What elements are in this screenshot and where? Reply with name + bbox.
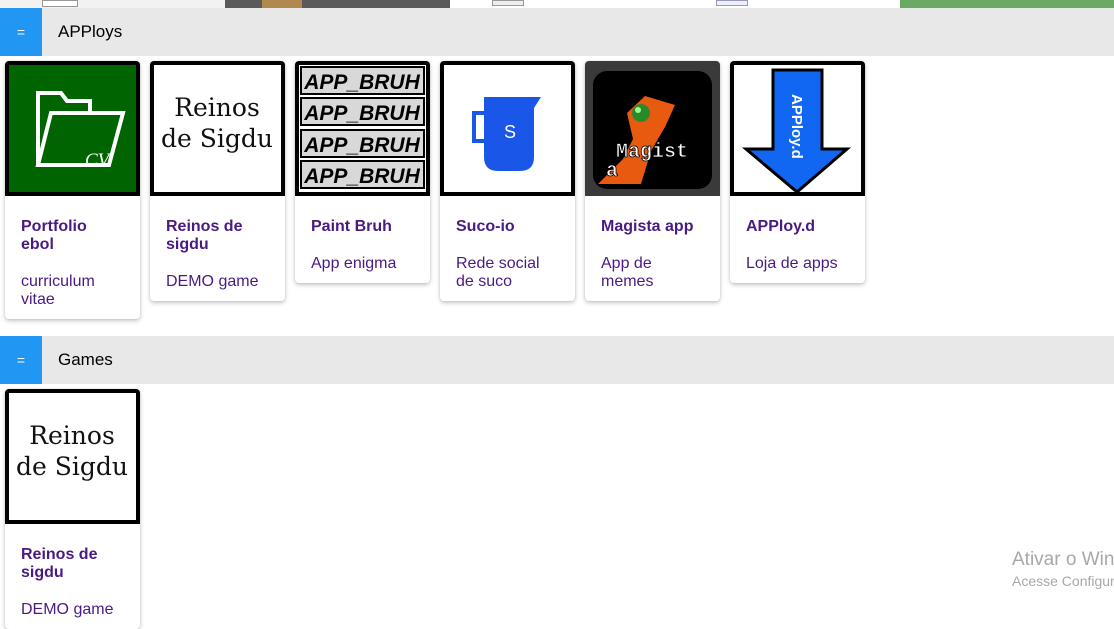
logo-line-2: de Sigdu bbox=[161, 124, 273, 153]
app-bruh-logo: APP_BRUH APP_BRUH APP_BRUH APP_BRUH bbox=[295, 61, 430, 196]
card-description: Loja de apps bbox=[746, 255, 838, 272]
card-description: App enigma bbox=[311, 255, 397, 272]
watermark-line-1: Ativar o Windows bbox=[1012, 549, 1114, 570]
section-header-apploys: = APPloys bbox=[0, 8, 1114, 56]
logo-line-1: Reinos bbox=[29, 421, 115, 450]
card-description: curriculum vitae bbox=[21, 273, 95, 308]
menu-button[interactable]: = bbox=[0, 336, 42, 384]
app-card-portfolio-ebol[interactable]: CV Portfolio ebol curriculum vitae bbox=[5, 61, 140, 319]
app-card-paint-bruh[interactable]: APP_BRUH APP_BRUH APP_BRUH APP_BRUH Pain… bbox=[295, 61, 430, 283]
magista-line-1: Magist bbox=[616, 141, 688, 164]
magista-logo: Magist a bbox=[585, 61, 720, 196]
juice-cup-icon: S bbox=[440, 61, 575, 196]
card-description: App de memes bbox=[601, 255, 654, 290]
section-title: Games bbox=[58, 350, 113, 369]
bruh-line-1: APP_BRUH bbox=[303, 71, 420, 94]
suco-letter: S bbox=[504, 122, 516, 142]
apploy-label: APPloy.d bbox=[788, 94, 805, 159]
game-card-reinos-de-sigdu[interactable]: Reinos de Sigdu Reinos de sigdu DEMO gam… bbox=[5, 389, 140, 629]
watermark-line-2: Acesse Configurações bbox=[1012, 573, 1114, 589]
logo-line-1: Reinos bbox=[174, 93, 260, 122]
card-title: Paint Bruh bbox=[311, 218, 392, 235]
download-arrow-icon: APPloy.d bbox=[730, 61, 865, 196]
card-title: Portfolio ebol bbox=[21, 218, 87, 253]
app-card-reinos-de-sigdu[interactable]: Reinos de Sigdu Reinos de sigdu DEMO gam… bbox=[150, 61, 285, 301]
card-description: DEMO game bbox=[21, 601, 114, 618]
magista-line-2: a bbox=[606, 160, 618, 183]
section-header-games: = Games bbox=[0, 336, 1114, 384]
bruh-line-3: APP_BRUH bbox=[303, 134, 420, 157]
card-title: APPloy.d bbox=[746, 218, 816, 235]
folder-cv-icon: CV bbox=[5, 61, 140, 196]
bruh-line-2: APP_BRUH bbox=[303, 102, 420, 125]
windows-activation-watermark: Ativar o Windows Acesse Configurações bbox=[1012, 548, 1114, 590]
browser-top-strip bbox=[0, 0, 1114, 8]
card-title: Reinos de sigdu bbox=[166, 218, 243, 253]
card-title: Suco-io bbox=[456, 218, 515, 235]
card-title: Magista app bbox=[601, 218, 694, 235]
app-card-suco-io[interactable]: S Suco-io Rede social de suco bbox=[440, 61, 575, 301]
menu-button[interactable]: = bbox=[0, 8, 42, 56]
bruh-line-4: APP_BRUH bbox=[303, 165, 420, 188]
reinos-de-sigdu-logo: Reinos de Sigdu bbox=[150, 61, 285, 196]
card-description: DEMO game bbox=[166, 273, 259, 290]
cv-label: CV bbox=[85, 150, 112, 171]
app-card-magista-app[interactable]: Magist a Magista app App de memes bbox=[585, 61, 720, 301]
app-card-apploy-d[interactable]: APPloy.d APPloy.d Loja de apps bbox=[730, 61, 865, 283]
card-title: Reinos de sigdu bbox=[21, 546, 98, 581]
section-title: APPloys bbox=[58, 22, 123, 41]
card-description: Rede social de suco bbox=[456, 255, 540, 290]
logo-line-2: de Sigdu bbox=[16, 452, 128, 481]
reinos-de-sigdu-logo: Reinos de Sigdu bbox=[5, 389, 140, 524]
